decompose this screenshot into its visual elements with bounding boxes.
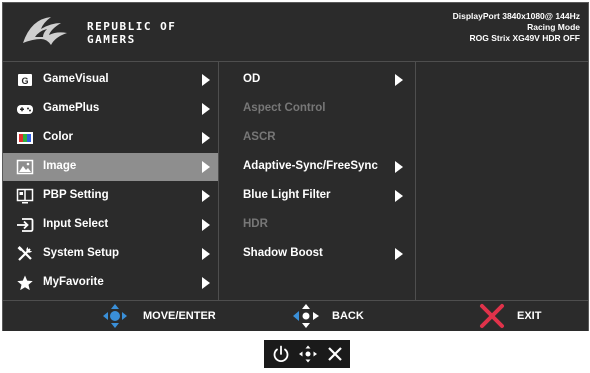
exit-button[interactable]: EXIT <box>479 301 559 331</box>
chevron-right-icon <box>395 161 403 173</box>
back-button[interactable]: BACK <box>290 301 380 331</box>
joystick-key-icon <box>299 345 317 363</box>
menu-item-image[interactable]: Image <box>3 153 218 181</box>
menu-item-label: MyFavorite <box>43 276 104 288</box>
gamevisual-icon: G <box>18 74 32 86</box>
submenu-item-label: ASCR <box>243 131 276 143</box>
svg-text:G: G <box>21 76 28 86</box>
submenu-item-aspect-control: Aspect Control <box>219 95 415 123</box>
submenu-item-hdr: HDR <box>219 211 415 239</box>
chevron-right-icon <box>202 277 210 289</box>
chevron-right-icon <box>202 248 210 260</box>
osd-footer: MOVE/ENTER BACK EXIT <box>3 300 588 331</box>
brand-line-1: REPUBLIC OF <box>87 20 177 33</box>
submenu-item-blue-light-filter[interactable]: Blue Light Filter <box>219 182 415 210</box>
menu-item-color[interactable]: Color <box>3 124 218 152</box>
power-icon <box>273 345 289 363</box>
brand-line-2: GAMERS <box>87 33 136 46</box>
menu-item-label: Image <box>43 160 77 172</box>
menu-item-label: PBP Setting <box>43 189 109 201</box>
close-icon <box>480 304 504 328</box>
main-menu: G GameVisual GamePlus Color Image PBP Se… <box>3 62 219 300</box>
menu-item-gamevisual[interactable]: G GameVisual <box>3 66 218 94</box>
menu-item-input-select[interactable]: Input Select <box>3 211 218 239</box>
chevron-right-icon <box>202 103 210 115</box>
input-icon <box>17 218 34 232</box>
submenu-item-ascr: ASCR <box>219 124 415 152</box>
menu-item-label: GamePlus <box>43 102 100 114</box>
submenu-item-shadow-boost[interactable]: Shadow Boost <box>219 240 415 268</box>
chevron-right-icon <box>202 161 210 173</box>
chevron-right-icon <box>202 190 210 202</box>
joystick-icon <box>103 304 127 328</box>
rog-logo-icon <box>23 17 67 45</box>
close-key-icon <box>328 347 342 361</box>
submenu-item-label: Aspect Control <box>243 102 326 114</box>
back-label: BACK <box>332 310 364 322</box>
osd-header: REPUBLIC OF GAMERS DisplayPort 3840x1080… <box>3 3 588 62</box>
chevron-right-icon <box>202 74 210 86</box>
exit-label: EXIT <box>517 310 542 322</box>
menu-item-label: System Setup <box>43 247 120 259</box>
menu-item-system-setup[interactable]: System Setup <box>3 240 218 268</box>
chevron-right-icon <box>202 132 210 144</box>
status-input-resolution: DisplayPort 3840x1080@ 144Hz <box>452 11 580 21</box>
chevron-right-icon <box>395 248 403 260</box>
submenu-item-label: Shadow Boost <box>243 247 323 259</box>
submenu-item-label: HDR <box>243 218 268 230</box>
status-info: DisplayPort 3840x1080@ 144Hz Racing Mode… <box>453 11 580 44</box>
submenu-item-adaptive-sync[interactable]: Adaptive-Sync/FreeSync <box>219 153 415 181</box>
chevron-right-icon <box>395 74 403 86</box>
chevron-right-icon <box>202 219 210 231</box>
pbp-icon <box>16 188 34 204</box>
status-model-hdr: ROG Strix XG49V HDR OFF <box>469 33 580 43</box>
submenu-item-label: OD <box>243 73 261 85</box>
move-enter-button[interactable]: MOVE/ENTER <box>99 301 229 331</box>
move-enter-label: MOVE/ENTER <box>143 310 216 322</box>
menu-item-pbp-setting[interactable]: PBP Setting <box>3 182 218 210</box>
menu-item-gameplus[interactable]: GamePlus <box>3 95 218 123</box>
chevron-right-icon <box>395 190 403 202</box>
menu-item-label: Color <box>43 131 74 143</box>
submenu-item-od[interactable]: OD <box>219 66 415 94</box>
gamepad-icon <box>17 105 33 114</box>
submenu-item-label: Adaptive-Sync/FreeSync <box>243 160 378 172</box>
osd-window: REPUBLIC OF GAMERS DisplayPort 3840x1080… <box>2 2 589 331</box>
detail-panel <box>416 62 588 300</box>
menu-item-myfavorite[interactable]: MyFavorite <box>3 269 218 297</box>
brand-name: REPUBLIC OF GAMERS <box>87 20 176 46</box>
joystick-back-icon <box>293 304 319 328</box>
menu-item-label: GameVisual <box>43 73 109 85</box>
image-icon <box>16 159 34 175</box>
hardware-keys-legend <box>264 340 350 368</box>
menu-item-label: Input Select <box>43 218 109 230</box>
color-icon <box>17 132 33 144</box>
sub-menu: OD Aspect Control ASCR Adaptive-Sync/Fre… <box>219 62 416 300</box>
tools-icon <box>17 246 32 261</box>
submenu-item-label: Blue Light Filter <box>243 189 331 201</box>
star-icon <box>17 275 33 291</box>
status-mode: Racing Mode <box>527 22 580 32</box>
